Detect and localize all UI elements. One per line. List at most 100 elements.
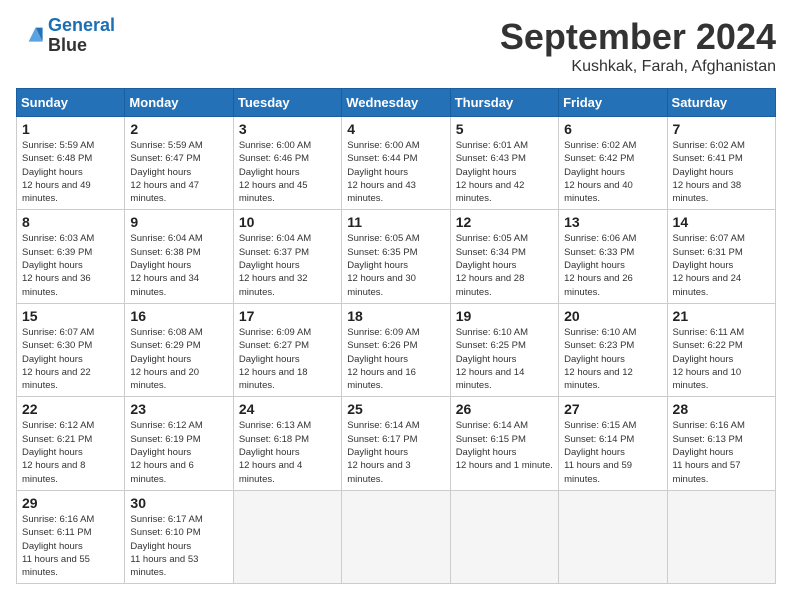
calendar-cell: 23 Sunrise: 6:12 AMSunset: 6:19 PMDaylig… — [125, 397, 233, 490]
day-info: Sunrise: 6:06 AMSunset: 6:33 PMDaylight … — [564, 232, 661, 298]
day-info: Sunrise: 6:17 AMSunset: 6:10 PMDaylight … — [130, 513, 227, 579]
calendar-cell: 22 Sunrise: 6:12 AMSunset: 6:21 PMDaylig… — [17, 397, 125, 490]
calendar-cell: 30 Sunrise: 6:17 AMSunset: 6:10 PMDaylig… — [125, 490, 233, 583]
day-info: Sunrise: 6:14 AMSunset: 6:17 PMDaylight … — [347, 419, 444, 485]
day-info: Sunrise: 6:02 AMSunset: 6:41 PMDaylight … — [673, 139, 770, 205]
day-number: 9 — [130, 214, 227, 230]
calendar-cell: 17 Sunrise: 6:09 AMSunset: 6:27 PMDaylig… — [233, 303, 341, 396]
title-block: September 2024 Kushkak, Farah, Afghanist… — [500, 16, 776, 76]
day-info: Sunrise: 6:09 AMSunset: 6:26 PMDaylight … — [347, 326, 444, 392]
month-title: September 2024 — [500, 16, 776, 58]
weekday-header: Friday — [559, 89, 667, 117]
logo-icon — [16, 22, 44, 50]
day-number: 14 — [673, 214, 770, 230]
calendar-cell: 9 Sunrise: 6:04 AMSunset: 6:38 PMDayligh… — [125, 210, 233, 303]
calendar-cell — [233, 490, 341, 583]
calendar-cell: 12 Sunrise: 6:05 AMSunset: 6:34 PMDaylig… — [450, 210, 558, 303]
calendar-cell: 11 Sunrise: 6:05 AMSunset: 6:35 PMDaylig… — [342, 210, 450, 303]
calendar-cell — [667, 490, 775, 583]
calendar-cell: 8 Sunrise: 6:03 AMSunset: 6:39 PMDayligh… — [17, 210, 125, 303]
day-number: 27 — [564, 401, 661, 417]
day-number: 18 — [347, 308, 444, 324]
day-info: Sunrise: 6:10 AMSunset: 6:25 PMDaylight … — [456, 326, 553, 392]
day-number: 3 — [239, 121, 336, 137]
calendar-cell: 25 Sunrise: 6:14 AMSunset: 6:17 PMDaylig… — [342, 397, 450, 490]
page-header: General Blue September 2024 Kushkak, Far… — [16, 16, 776, 76]
day-number: 12 — [456, 214, 553, 230]
day-info: Sunrise: 6:11 AMSunset: 6:22 PMDaylight … — [673, 326, 770, 392]
day-info: Sunrise: 6:13 AMSunset: 6:18 PMDaylight … — [239, 419, 336, 485]
day-info: Sunrise: 6:00 AMSunset: 6:46 PMDaylight … — [239, 139, 336, 205]
day-info: Sunrise: 6:01 AMSunset: 6:43 PMDaylight … — [456, 139, 553, 205]
day-number: 11 — [347, 214, 444, 230]
calendar-cell: 15 Sunrise: 6:07 AMSunset: 6:30 PMDaylig… — [17, 303, 125, 396]
day-number: 7 — [673, 121, 770, 137]
calendar-week-row: 8 Sunrise: 6:03 AMSunset: 6:39 PMDayligh… — [17, 210, 776, 303]
calendar-cell: 6 Sunrise: 6:02 AMSunset: 6:42 PMDayligh… — [559, 117, 667, 210]
calendar-week-row: 1 Sunrise: 5:59 AMSunset: 6:48 PMDayligh… — [17, 117, 776, 210]
calendar-cell: 16 Sunrise: 6:08 AMSunset: 6:29 PMDaylig… — [125, 303, 233, 396]
day-number: 15 — [22, 308, 119, 324]
calendar-cell: 7 Sunrise: 6:02 AMSunset: 6:41 PMDayligh… — [667, 117, 775, 210]
calendar-cell: 18 Sunrise: 6:09 AMSunset: 6:26 PMDaylig… — [342, 303, 450, 396]
calendar-cell: 1 Sunrise: 5:59 AMSunset: 6:48 PMDayligh… — [17, 117, 125, 210]
calendar-week-row: 22 Sunrise: 6:12 AMSunset: 6:21 PMDaylig… — [17, 397, 776, 490]
calendar-cell: 26 Sunrise: 6:14 AMSunset: 6:15 PMDaylig… — [450, 397, 558, 490]
day-info: Sunrise: 6:08 AMSunset: 6:29 PMDaylight … — [130, 326, 227, 392]
day-number: 4 — [347, 121, 444, 137]
weekday-header: Sunday — [17, 89, 125, 117]
day-info: Sunrise: 6:14 AMSunset: 6:15 PMDaylight … — [456, 419, 553, 472]
day-number: 25 — [347, 401, 444, 417]
calendar-cell: 28 Sunrise: 6:16 AMSunset: 6:13 PMDaylig… — [667, 397, 775, 490]
day-info: Sunrise: 6:15 AMSunset: 6:14 PMDaylight … — [564, 419, 661, 485]
day-number: 2 — [130, 121, 227, 137]
day-number: 21 — [673, 308, 770, 324]
day-number: 17 — [239, 308, 336, 324]
calendar-cell: 27 Sunrise: 6:15 AMSunset: 6:14 PMDaylig… — [559, 397, 667, 490]
calendar-cell: 3 Sunrise: 6:00 AMSunset: 6:46 PMDayligh… — [233, 117, 341, 210]
calendar-cell — [450, 490, 558, 583]
day-info: Sunrise: 6:04 AMSunset: 6:37 PMDaylight … — [239, 232, 336, 298]
weekday-header: Wednesday — [342, 89, 450, 117]
weekday-header: Monday — [125, 89, 233, 117]
day-info: Sunrise: 6:10 AMSunset: 6:23 PMDaylight … — [564, 326, 661, 392]
location-subtitle: Kushkak, Farah, Afghanistan — [500, 58, 776, 76]
day-info: Sunrise: 6:16 AMSunset: 6:11 PMDaylight … — [22, 513, 119, 579]
calendar-cell: 19 Sunrise: 6:10 AMSunset: 6:25 PMDaylig… — [450, 303, 558, 396]
day-number: 30 — [130, 495, 227, 511]
day-number: 28 — [673, 401, 770, 417]
day-number: 19 — [456, 308, 553, 324]
calendar-cell: 14 Sunrise: 6:07 AMSunset: 6:31 PMDaylig… — [667, 210, 775, 303]
day-number: 29 — [22, 495, 119, 511]
calendar-cell: 29 Sunrise: 6:16 AMSunset: 6:11 PMDaylig… — [17, 490, 125, 583]
calendar-cell — [342, 490, 450, 583]
day-info: Sunrise: 6:00 AMSunset: 6:44 PMDaylight … — [347, 139, 444, 205]
day-number: 26 — [456, 401, 553, 417]
calendar-cell: 24 Sunrise: 6:13 AMSunset: 6:18 PMDaylig… — [233, 397, 341, 490]
day-number: 5 — [456, 121, 553, 137]
calendar-week-row: 15 Sunrise: 6:07 AMSunset: 6:30 PMDaylig… — [17, 303, 776, 396]
logo-line1: General — [48, 15, 115, 35]
day-info: Sunrise: 5:59 AMSunset: 6:48 PMDaylight … — [22, 139, 119, 205]
day-info: Sunrise: 6:16 AMSunset: 6:13 PMDaylight … — [673, 419, 770, 485]
calendar-week-row: 29 Sunrise: 6:16 AMSunset: 6:11 PMDaylig… — [17, 490, 776, 583]
day-number: 23 — [130, 401, 227, 417]
weekday-header: Tuesday — [233, 89, 341, 117]
weekday-header: Thursday — [450, 89, 558, 117]
day-info: Sunrise: 6:02 AMSunset: 6:42 PMDaylight … — [564, 139, 661, 205]
day-number: 6 — [564, 121, 661, 137]
day-info: Sunrise: 6:12 AMSunset: 6:21 PMDaylight … — [22, 419, 119, 485]
day-number: 16 — [130, 308, 227, 324]
calendar-cell: 4 Sunrise: 6:00 AMSunset: 6:44 PMDayligh… — [342, 117, 450, 210]
logo: General Blue — [16, 16, 115, 56]
calendar-cell: 21 Sunrise: 6:11 AMSunset: 6:22 PMDaylig… — [667, 303, 775, 396]
day-number: 20 — [564, 308, 661, 324]
calendar-table: SundayMondayTuesdayWednesdayThursdayFrid… — [16, 88, 776, 584]
calendar-cell — [559, 490, 667, 583]
day-number: 1 — [22, 121, 119, 137]
calendar-cell: 20 Sunrise: 6:10 AMSunset: 6:23 PMDaylig… — [559, 303, 667, 396]
day-info: Sunrise: 6:04 AMSunset: 6:38 PMDaylight … — [130, 232, 227, 298]
day-number: 8 — [22, 214, 119, 230]
day-info: Sunrise: 5:59 AMSunset: 6:47 PMDaylight … — [130, 139, 227, 205]
calendar-cell: 2 Sunrise: 5:59 AMSunset: 6:47 PMDayligh… — [125, 117, 233, 210]
